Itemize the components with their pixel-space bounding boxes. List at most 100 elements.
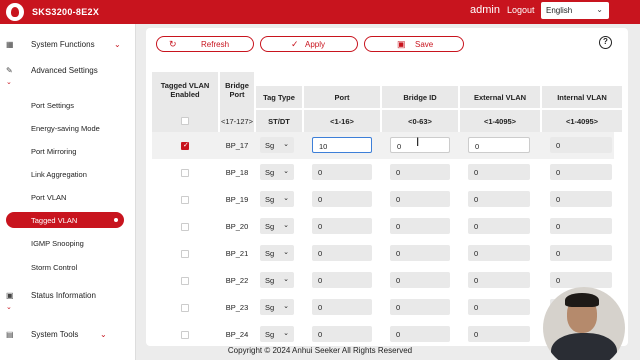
sidebar-item-port-settings[interactable]: Port Settings xyxy=(31,101,74,110)
external-vlan-input[interactable]: 0 xyxy=(468,245,530,261)
external-vlan-input[interactable]: 0 xyxy=(468,164,530,180)
tag-type-select[interactable]: Sg ⌄ xyxy=(260,326,294,342)
refresh-button[interactable]: ↻ Refresh xyxy=(156,36,254,52)
header-label: Port xyxy=(229,90,245,99)
bridge-id-input[interactable]: 0 xyxy=(390,191,450,207)
header-port: Port xyxy=(304,86,380,108)
tag-type-select[interactable]: Sg ⌄ xyxy=(260,245,294,261)
bridge-id-input[interactable]: 0 xyxy=(390,164,450,180)
monitor-icon: ▣ xyxy=(6,291,14,300)
sidebar-item-link-aggregation[interactable]: Link Aggregation xyxy=(31,170,87,179)
tag-type-select[interactable]: Sg ⌄ xyxy=(260,137,294,153)
logout-link[interactable]: Logout xyxy=(507,5,535,15)
bridge-id-input[interactable]: 0 xyxy=(390,218,450,234)
save-icon: ▣ xyxy=(397,39,406,49)
sidebar: ▦ System Functions ⌄ ✎ Advanced Settings… xyxy=(0,24,136,360)
tools-icon: ✎ xyxy=(6,66,13,75)
refresh-icon: ↻ xyxy=(169,39,177,49)
range-bridge-port: <17-127> xyxy=(220,110,254,132)
sidebar-item-port-mirroring[interactable]: Port Mirroring xyxy=(31,147,76,156)
tag-type-value: Sg xyxy=(265,222,275,231)
tag-type-select[interactable]: Sg ⌄ xyxy=(260,299,294,315)
save-button[interactable]: ▣ Save xyxy=(364,36,464,52)
vlan-enabled-checkbox[interactable] xyxy=(181,331,189,339)
internal-vlan-input[interactable]: 0 xyxy=(550,245,612,261)
language-value: English xyxy=(546,6,573,15)
port-input[interactable]: 10 xyxy=(312,137,372,153)
sidebar-item-energy-saving-mode[interactable]: Energy-saving Mode xyxy=(31,124,100,133)
port-input[interactable]: 0 xyxy=(312,245,372,261)
external-vlan-input[interactable]: 0 xyxy=(468,191,530,207)
tag-type-value: Sg xyxy=(265,276,275,285)
sidebar-item-label: System Tools xyxy=(31,330,79,339)
bridge-id-input[interactable]: 0 xyxy=(390,137,450,153)
internal-vlan-input[interactable]: 0 xyxy=(550,272,612,288)
select-all-checkbox[interactable] xyxy=(181,117,189,125)
vlan-enabled-checkbox[interactable] xyxy=(181,169,189,177)
port-input[interactable]: 0 xyxy=(312,218,372,234)
apply-button[interactable]: ✓ Apply xyxy=(260,36,358,52)
external-vlan-input[interactable]: 0 xyxy=(468,326,530,342)
internal-vlan-input[interactable]: 0 xyxy=(550,218,612,234)
select-all-cell xyxy=(152,110,218,132)
bridge-port-label: BP_24 xyxy=(225,330,249,339)
header-label: Bridge xyxy=(225,81,249,90)
bridge-port-label: BP_19 xyxy=(225,195,249,204)
vlan-enabled-checkbox[interactable] xyxy=(181,250,189,258)
bridge-port-label: BP_21 xyxy=(225,249,249,258)
external-vlan-input[interactable]: 0 xyxy=(468,137,530,153)
header-bridge-id: Bridge ID xyxy=(382,86,458,108)
language-select[interactable]: English ⌄ xyxy=(541,2,609,19)
sidebar-item-tagged-vlan[interactable]: Tagged VLAN xyxy=(6,212,124,228)
tag-type-select[interactable]: Sg ⌄ xyxy=(260,272,294,288)
vlan-enabled-checkbox[interactable] xyxy=(181,223,189,231)
tag-type-select[interactable]: Sg ⌄ xyxy=(260,164,294,180)
bridge-id-input[interactable]: 0 xyxy=(390,299,450,315)
bridge-port-label: BP_23 xyxy=(225,303,249,312)
sidebar-item-label: Tagged VLAN xyxy=(31,216,78,225)
tag-type-value: Sg xyxy=(265,168,275,177)
range-bridge-id: <0-63> xyxy=(382,110,458,132)
vlan-enabled-checkbox[interactable] xyxy=(181,304,189,312)
apply-label: Apply xyxy=(305,40,326,49)
help-icon[interactable]: ? xyxy=(599,36,612,49)
vlan-enabled-checkbox[interactable] xyxy=(181,277,189,285)
bridge-id-input[interactable]: 0 xyxy=(390,245,450,261)
presenter-hair xyxy=(565,293,599,307)
chevron-down-icon: ⌄ xyxy=(100,330,107,339)
port-input[interactable]: 0 xyxy=(312,191,372,207)
external-vlan-input[interactable]: 0 xyxy=(468,218,530,234)
vlan-enabled-checkbox[interactable] xyxy=(181,141,189,150)
tag-type-select[interactable]: Sg ⌄ xyxy=(260,218,294,234)
port-input[interactable]: 0 xyxy=(312,299,372,315)
tag-type-value: Sg xyxy=(265,330,275,339)
internal-vlan-input[interactable]: 0 xyxy=(550,137,612,153)
bridge-port-label: BP_18 xyxy=(225,168,249,177)
sidebar-item-storm-control[interactable]: Storm Control xyxy=(31,263,77,272)
external-vlan-input[interactable]: 0 xyxy=(468,299,530,315)
vlan-enabled-checkbox[interactable] xyxy=(181,196,189,204)
active-dot-icon xyxy=(114,218,118,222)
presenter-shirt xyxy=(551,333,617,360)
tag-type-select[interactable]: Sg ⌄ xyxy=(260,191,294,207)
external-vlan-input[interactable]: 0 xyxy=(468,272,530,288)
bridge-id-input[interactable]: 0 xyxy=(390,326,450,342)
range-tag-type: ST/DT xyxy=(256,110,302,132)
brand-logo-icon xyxy=(6,3,24,21)
sidebar-item-igmp-snooping[interactable]: IGMP Snooping xyxy=(31,239,84,248)
tag-type-value: Sg xyxy=(265,303,275,312)
device-model: SKS3200-8E2X xyxy=(32,7,100,17)
tag-type-value: Sg xyxy=(265,195,275,204)
port-input[interactable]: 0 xyxy=(312,326,372,342)
chevron-down-icon: ⌄ xyxy=(114,40,121,49)
range-external-vlan: <1-4095> xyxy=(460,110,540,132)
range-port: <1-16> xyxy=(304,110,380,132)
bridge-id-input[interactable]: 0 xyxy=(390,272,450,288)
sidebar-item-port-vlan[interactable]: Port VLAN xyxy=(31,193,66,202)
port-input[interactable]: 0 xyxy=(312,272,372,288)
internal-vlan-input[interactable]: 0 xyxy=(550,164,612,180)
sidebar-item-label: Status Information xyxy=(31,291,96,300)
sidebar-item-label: System Functions xyxy=(31,40,95,49)
port-input[interactable]: 0 xyxy=(312,164,372,180)
internal-vlan-input[interactable]: 0 xyxy=(550,191,612,207)
